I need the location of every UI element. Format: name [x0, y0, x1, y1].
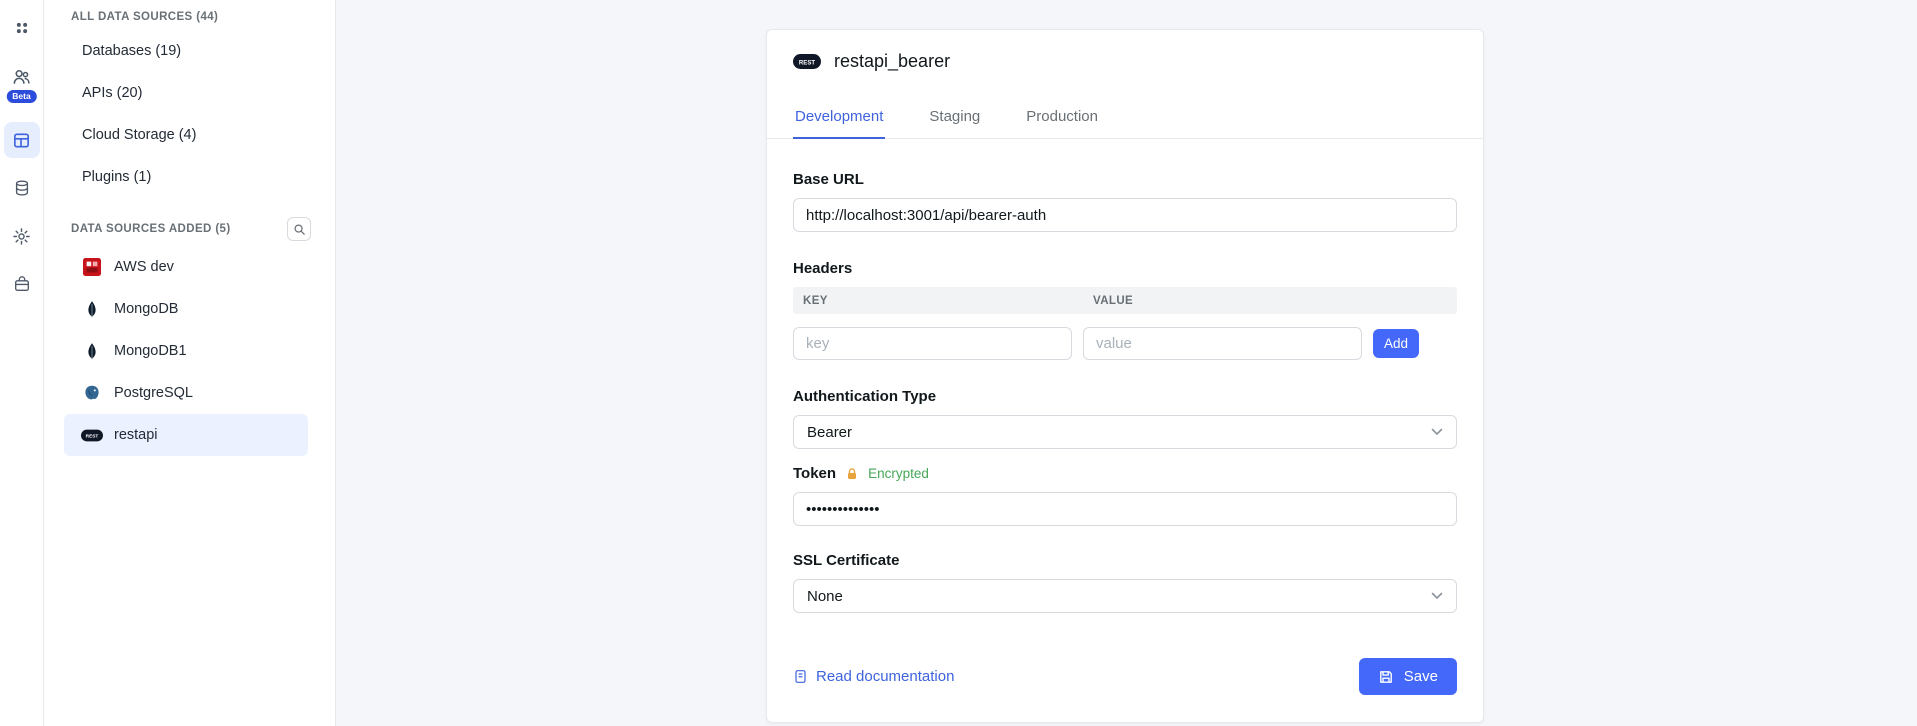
settings-gear-icon: [12, 227, 31, 246]
tab-production[interactable]: Production: [1024, 102, 1100, 138]
card-footer: Read documentation Save: [793, 658, 1457, 695]
sidebar-item-label: MongoDB: [114, 301, 178, 317]
svg-text:REST: REST: [86, 433, 99, 439]
data-source-config-card: REST restapi_bearer Development Staging …: [766, 29, 1484, 723]
ssl-certificate-select[interactable]: None: [793, 579, 1457, 613]
data-sources-sidebar: ALL DATA SOURCES (44) Databases (19) API…: [44, 0, 336, 726]
sidebar-item-label: APIs (20): [82, 85, 142, 101]
sidebar-item-aws-dev[interactable]: AWS dev: [64, 246, 308, 288]
token-input[interactable]: [793, 492, 1457, 526]
beta-badge: Beta: [6, 90, 36, 103]
save-button-label: Save: [1404, 668, 1438, 685]
sidebar-item-label: restapi: [114, 427, 158, 443]
token-group: Token Encrypted: [793, 465, 1457, 526]
header-value-input[interactable]: [1083, 327, 1362, 360]
icon-rail: Beta: [0, 0, 44, 726]
apps-grid-icon: [13, 19, 31, 37]
headers-group: Headers KEY VALUE Add: [793, 260, 1457, 360]
environment-tabs: Development Staging Production: [767, 102, 1483, 139]
mongodb-leaf-icon: [81, 342, 103, 360]
tab-development[interactable]: Development: [793, 102, 885, 139]
svg-text:REST: REST: [799, 60, 815, 66]
encrypted-badge: Encrypted: [868, 466, 929, 481]
sidebar-item-label: MongoDB1: [114, 343, 187, 359]
sidebar-item-cloud-storage[interactable]: Cloud Storage (4): [44, 114, 335, 156]
added-sources-header: DATA SOURCES ADDED (5): [44, 210, 335, 244]
rail-item-marketplace[interactable]: [4, 266, 40, 302]
restapi-icon: REST: [81, 429, 103, 442]
token-label-row: Token Encrypted: [793, 465, 1457, 482]
postgresql-icon: [81, 384, 103, 402]
rail-item-workflows[interactable]: Beta: [4, 58, 40, 94]
users-icon: [12, 67, 31, 86]
sidebar-item-mongodb[interactable]: MongoDB: [64, 288, 308, 330]
mongodb-leaf-icon: [81, 300, 103, 318]
rail-item-settings[interactable]: [4, 218, 40, 254]
rail-item-apps[interactable]: [4, 10, 40, 46]
rail-item-database[interactable]: [4, 170, 40, 206]
auth-type-group: Authentication Type Bearer: [793, 388, 1457, 449]
sidebar-item-label: AWS dev: [114, 259, 174, 275]
header-key-input[interactable]: [793, 327, 1072, 360]
lock-icon: [845, 467, 859, 481]
ssl-group: SSL Certificate None: [793, 552, 1457, 613]
chevron-down-icon: [1431, 428, 1443, 436]
sidebar-item-apis[interactable]: APIs (20): [44, 72, 335, 114]
sidebar-item-label: Cloud Storage (4): [82, 127, 196, 143]
read-documentation-link[interactable]: Read documentation: [793, 668, 954, 685]
all-data-sources-label: ALL DATA SOURCES (44): [71, 11, 218, 23]
data-sources-icon: [12, 131, 31, 150]
rail-item-data-sources[interactable]: [4, 122, 40, 158]
base-url-label: Base URL: [793, 171, 1457, 188]
chevron-down-icon: [1431, 592, 1443, 600]
key-column-header: KEY: [793, 295, 1083, 307]
base-url-group: Base URL: [793, 171, 1457, 232]
all-data-sources-header: ALL DATA SOURCES (44): [44, 2, 335, 28]
auth-type-label: Authentication Type: [793, 388, 1457, 405]
config-form: Base URL Headers KEY VALUE Add Authentic…: [793, 171, 1457, 695]
database-stack-icon: [13, 179, 31, 197]
sidebar-item-restapi[interactable]: REST restapi: [64, 414, 308, 456]
all-sources-list: Databases (19) APIs (20) Cloud Storage (…: [44, 28, 335, 202]
restapi-icon: REST: [793, 54, 821, 69]
token-label: Token: [793, 465, 836, 482]
ssl-certificate-value: None: [807, 588, 843, 605]
added-sources-list: AWS dev MongoDB MongoDB1 PostgreSQL REST…: [44, 244, 335, 460]
headers-table-head: KEY VALUE: [793, 287, 1457, 314]
search-sources-button[interactable]: [287, 217, 311, 241]
value-column-header: VALUE: [1083, 295, 1133, 307]
search-icon: [292, 222, 307, 237]
marketplace-icon: [13, 275, 31, 293]
sidebar-item-mongodb1[interactable]: MongoDB1: [64, 330, 308, 372]
added-sources-label: DATA SOURCES ADDED (5): [71, 223, 231, 235]
main-content: REST restapi_bearer Development Staging …: [336, 0, 1917, 726]
sidebar-item-label: PostgreSQL: [114, 385, 193, 401]
auth-type-select[interactable]: Bearer: [793, 415, 1457, 449]
page-title: restapi_bearer: [834, 51, 950, 72]
sidebar-item-label: Plugins (1): [82, 169, 151, 185]
document-icon: [793, 669, 808, 684]
sidebar-item-databases[interactable]: Databases (19): [44, 30, 335, 72]
ssl-certificate-label: SSL Certificate: [793, 552, 1457, 569]
save-disk-icon: [1378, 669, 1394, 685]
read-documentation-label: Read documentation: [816, 668, 954, 685]
aws-icon: [81, 258, 103, 276]
sidebar-item-label: Databases (19): [82, 43, 181, 59]
sidebar-item-postgresql[interactable]: PostgreSQL: [64, 372, 308, 414]
headers-label: Headers: [793, 260, 1457, 277]
tab-staging[interactable]: Staging: [927, 102, 982, 138]
sidebar-item-plugins[interactable]: Plugins (1): [44, 156, 335, 198]
card-header: REST restapi_bearer: [793, 30, 1457, 72]
save-button[interactable]: Save: [1359, 658, 1457, 695]
base-url-input[interactable]: [793, 198, 1457, 232]
headers-input-row: Add: [793, 327, 1457, 360]
add-header-button[interactable]: Add: [1373, 329, 1419, 358]
auth-type-value: Bearer: [807, 424, 852, 441]
